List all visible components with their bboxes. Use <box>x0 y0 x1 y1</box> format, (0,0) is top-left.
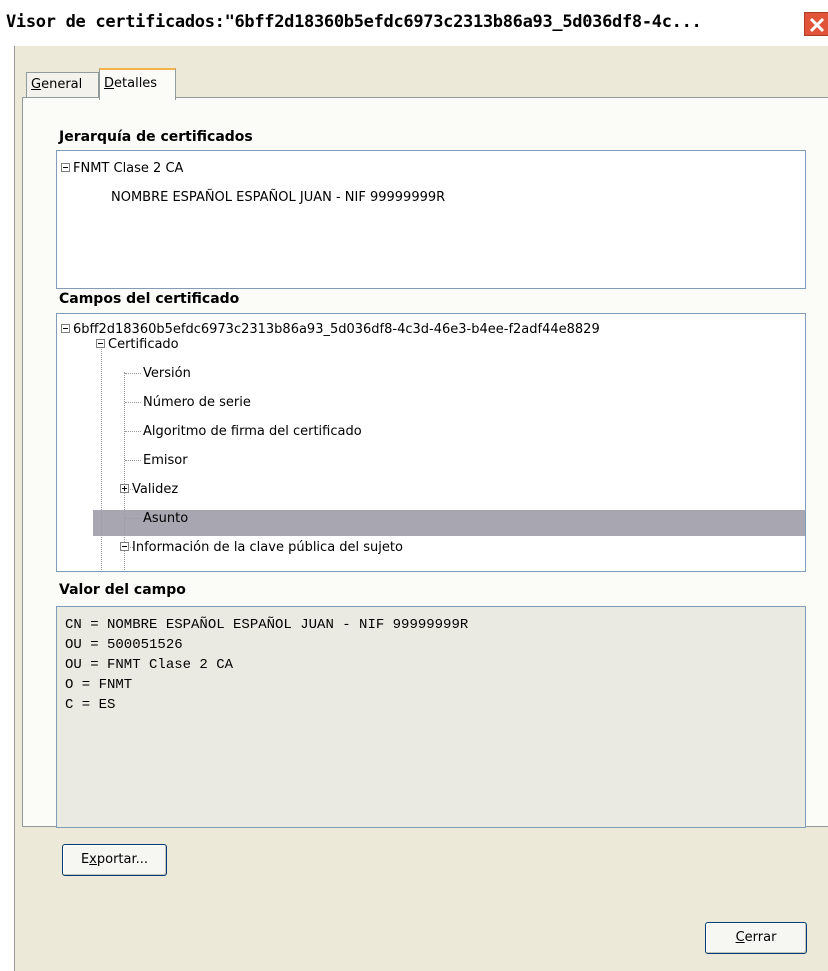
field-item-label: Validez <box>132 482 179 497</box>
collapse-icon[interactable] <box>61 324 70 333</box>
fields-label: Campos del certificado <box>59 291 240 307</box>
value-text-area[interactable]: CN = NOMBRE ESPAÑOL ESPAÑOL JUAN - NIF 9… <box>56 606 806 828</box>
value-line: CN = NOMBRE ESPAÑOL ESPAÑOL JUAN - NIF 9… <box>65 617 469 633</box>
field-item-validez[interactable]: Validez <box>120 480 178 500</box>
window-title: Visor de certificados:"6bff2d18360b5efdc… <box>6 12 702 32</box>
value-line: O = FNMT <box>65 677 133 693</box>
field-item-issuer[interactable]: Emisor <box>143 451 188 471</box>
hierarchy-child-item[interactable]: NOMBRE ESPAÑOL ESPAÑOL JUAN - NIF 999999… <box>111 188 445 208</box>
hierarchy-root-item[interactable]: FNMT Clase 2 CA <box>61 159 183 179</box>
title-bar: Visor de certificados:"6bff2d18360b5efdc… <box>0 0 828 46</box>
tree-line <box>101 346 102 571</box>
value-line: OU = 500051526 <box>65 637 183 653</box>
export-label-pre: E <box>80 852 90 867</box>
field-item-signature-algorithm[interactable]: Algoritmo de firma del certificado <box>143 422 362 442</box>
value-line: C = ES <box>65 697 116 713</box>
tree-line <box>125 431 141 432</box>
export-accel: x <box>89 852 97 867</box>
tree-line <box>125 373 141 374</box>
field-item-version[interactable]: Versión <box>143 364 191 384</box>
close-accel: C <box>735 930 745 945</box>
tree-line <box>125 402 141 403</box>
close-window-button[interactable] <box>804 12 828 36</box>
field-item-label: Emisor <box>143 453 188 468</box>
field-item-label: Versión <box>143 366 191 381</box>
tab-general-label: eneral <box>41 77 83 92</box>
export-button[interactable]: Exportar... <box>62 844 167 876</box>
field-item-label: Certificado <box>108 337 179 352</box>
fields-tree[interactable]: 6bff2d18360b5efdc6973c2313b86a93_5d036df… <box>56 313 806 572</box>
collapse-icon[interactable] <box>96 339 105 348</box>
collapse-icon[interactable] <box>120 542 129 551</box>
field-item-public-key-info[interactable]: Información de la clave pública del suje… <box>120 538 403 558</box>
close-icon <box>809 17 825 33</box>
tab-detalles[interactable]: Detalles <box>99 68 176 100</box>
hierarchy-child-label: NOMBRE ESPAÑOL ESPAÑOL JUAN - NIF 999999… <box>111 190 446 205</box>
field-item-label: Algoritmo de firma del certificado <box>143 424 362 439</box>
value-label: Valor del campo <box>59 582 186 598</box>
selected-row-highlight <box>93 510 805 536</box>
tab-general-accel: G <box>31 77 42 92</box>
collapse-icon[interactable] <box>61 163 70 172</box>
tree-line <box>125 518 141 519</box>
hierarchy-root-label: FNMT Clase 2 CA <box>73 161 184 176</box>
tab-general[interactable]: General <box>26 72 99 98</box>
hierarchy-label: Jerarquía de certificados <box>59 129 253 145</box>
details-panel: Jerarquía de certificados FNMT Clase 2 C… <box>22 97 828 876</box>
close-button[interactable]: Cerrar <box>705 922 807 954</box>
field-item-certificado[interactable]: Certificado <box>96 335 179 355</box>
value-line: OU = FNMT Clase 2 CA <box>65 657 234 673</box>
field-item-label: Asunto <box>143 511 189 526</box>
export-label-rest: portar... <box>96 852 149 867</box>
hierarchy-tree[interactable]: FNMT Clase 2 CA NOMBRE ESPAÑOL ESPAÑOL J… <box>56 150 806 289</box>
field-item-label: Número de serie <box>143 395 251 410</box>
tree-line <box>125 460 141 461</box>
tab-detalles-label: etalles <box>114 76 158 91</box>
field-item-serial[interactable]: Número de serie <box>143 393 251 413</box>
close-label-rest: errar <box>744 930 777 945</box>
expand-icon[interactable] <box>120 484 129 493</box>
field-item-label: Información de la clave pública del suje… <box>132 540 403 555</box>
tab-detalles-accel: D <box>104 76 115 91</box>
field-item-asunto[interactable]: Asunto <box>143 509 188 529</box>
